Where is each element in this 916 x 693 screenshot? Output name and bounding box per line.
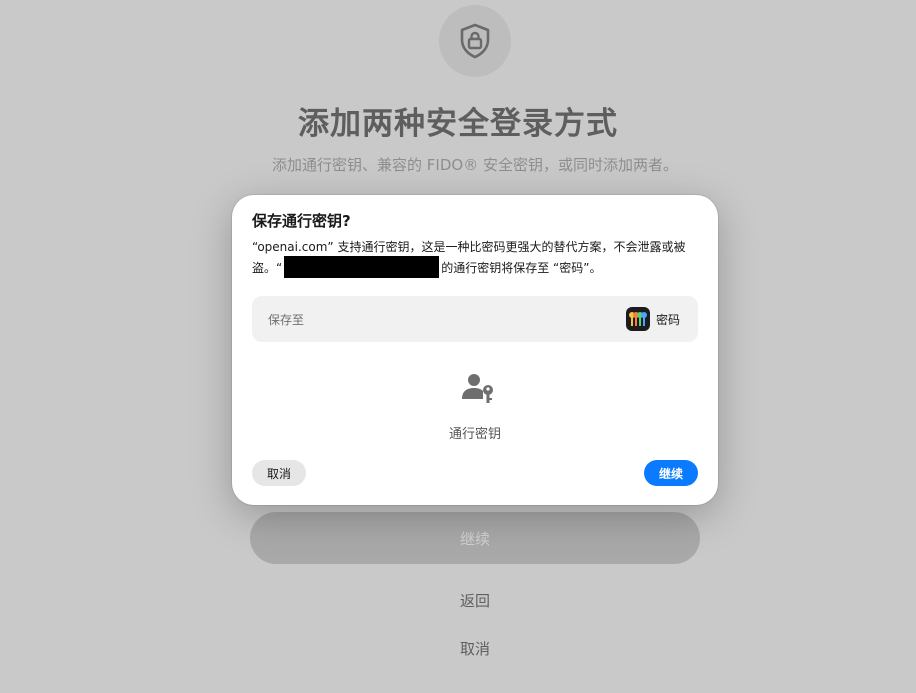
dialog-title: 保存通行密钥? [252,212,351,230]
dialog-body: “openai.com” 支持通行密钥，这是一种比密码更强大的替代方案，不会泄露… [252,238,704,278]
save-to-label: 保存至 [268,313,305,327]
person-key-icon [460,371,496,407]
dialog-continue-button[interactable]: 继续 [644,460,698,486]
page-title: 添加两种安全登录方式 [298,106,618,142]
passwords-app-icon [626,307,650,331]
page-subtitle: 添加通行密钥、兼容的 FIDO® 安全密钥，或同时添加两者。 [272,156,678,174]
save-passkey-dialog: 保存通行密钥? “openai.com” 支持通行密钥，这是一种比密码更强大的替… [232,195,718,505]
save-to-app-name: 密码 [656,313,681,327]
continue-button[interactable]: 继续 [250,512,700,564]
passkey-label: 通行密钥 [448,427,501,442]
shield-lock-icon [439,5,511,77]
back-link[interactable]: 返回 [0,590,916,611]
dialog-cancel-button[interactable]: 取消 [252,460,306,486]
redacted-account [284,256,440,278]
dialog-body-text-end: 的通行密钥将保存至 “密码”。 [441,261,602,275]
save-to-selector[interactable]: 保存至 密码 [252,296,698,342]
cancel-link[interactable]: 取消 [0,638,916,659]
